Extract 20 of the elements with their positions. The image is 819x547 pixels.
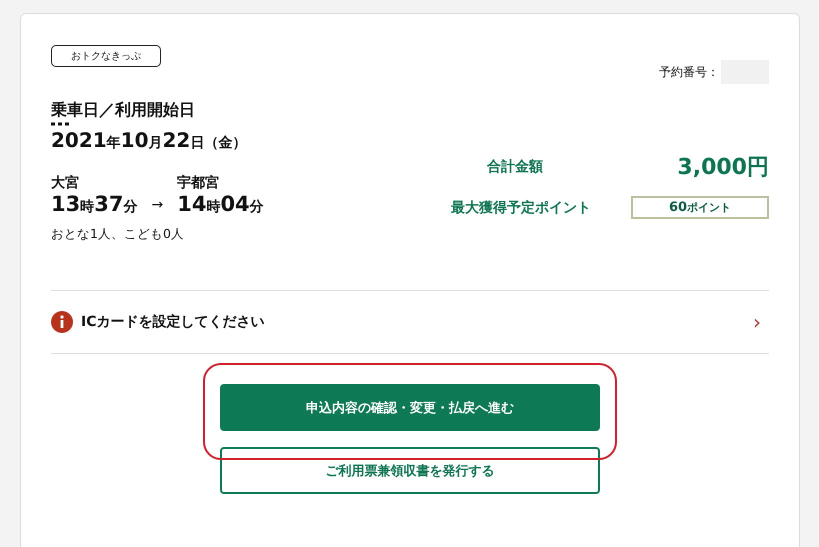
travel-date: 2021年10月 22 日（金） [51, 128, 248, 152]
total-label: 合計金額 [486, 158, 543, 176]
points-value: 60ポイント [631, 196, 769, 219]
info-icon [51, 311, 73, 333]
ic-card-notice[interactable]: ICカードを設定してください [81, 313, 753, 331]
arrival-station: 宇都宮 [177, 174, 220, 192]
receipt-button[interactable]: ご利用票兼領収書を発行する [220, 447, 600, 494]
points-label: 最大獲得予定ポイント [451, 198, 591, 216]
arrival-time: 14時04分 [177, 192, 264, 216]
departure-station: 大宮 [51, 174, 80, 192]
departure-time: 13時37分 [51, 192, 138, 216]
arrow-symbol: → [151, 197, 164, 215]
chevron-link[interactable]: › [753, 310, 761, 334]
ticket-type-tag: おトクなきっぷ [51, 45, 161, 67]
reservation-label: 予約番号： [659, 64, 719, 80]
date-heading: 乗車日／利用開始日 [51, 100, 196, 121]
proceed-button[interactable]: 申込内容の確認・変更・払戻へ進む [220, 384, 600, 431]
passenger-count: おとな1人、こども0人 [51, 226, 185, 243]
total-amount: 3,000円 [677, 154, 769, 182]
dash-mark-icon [51, 122, 69, 126]
